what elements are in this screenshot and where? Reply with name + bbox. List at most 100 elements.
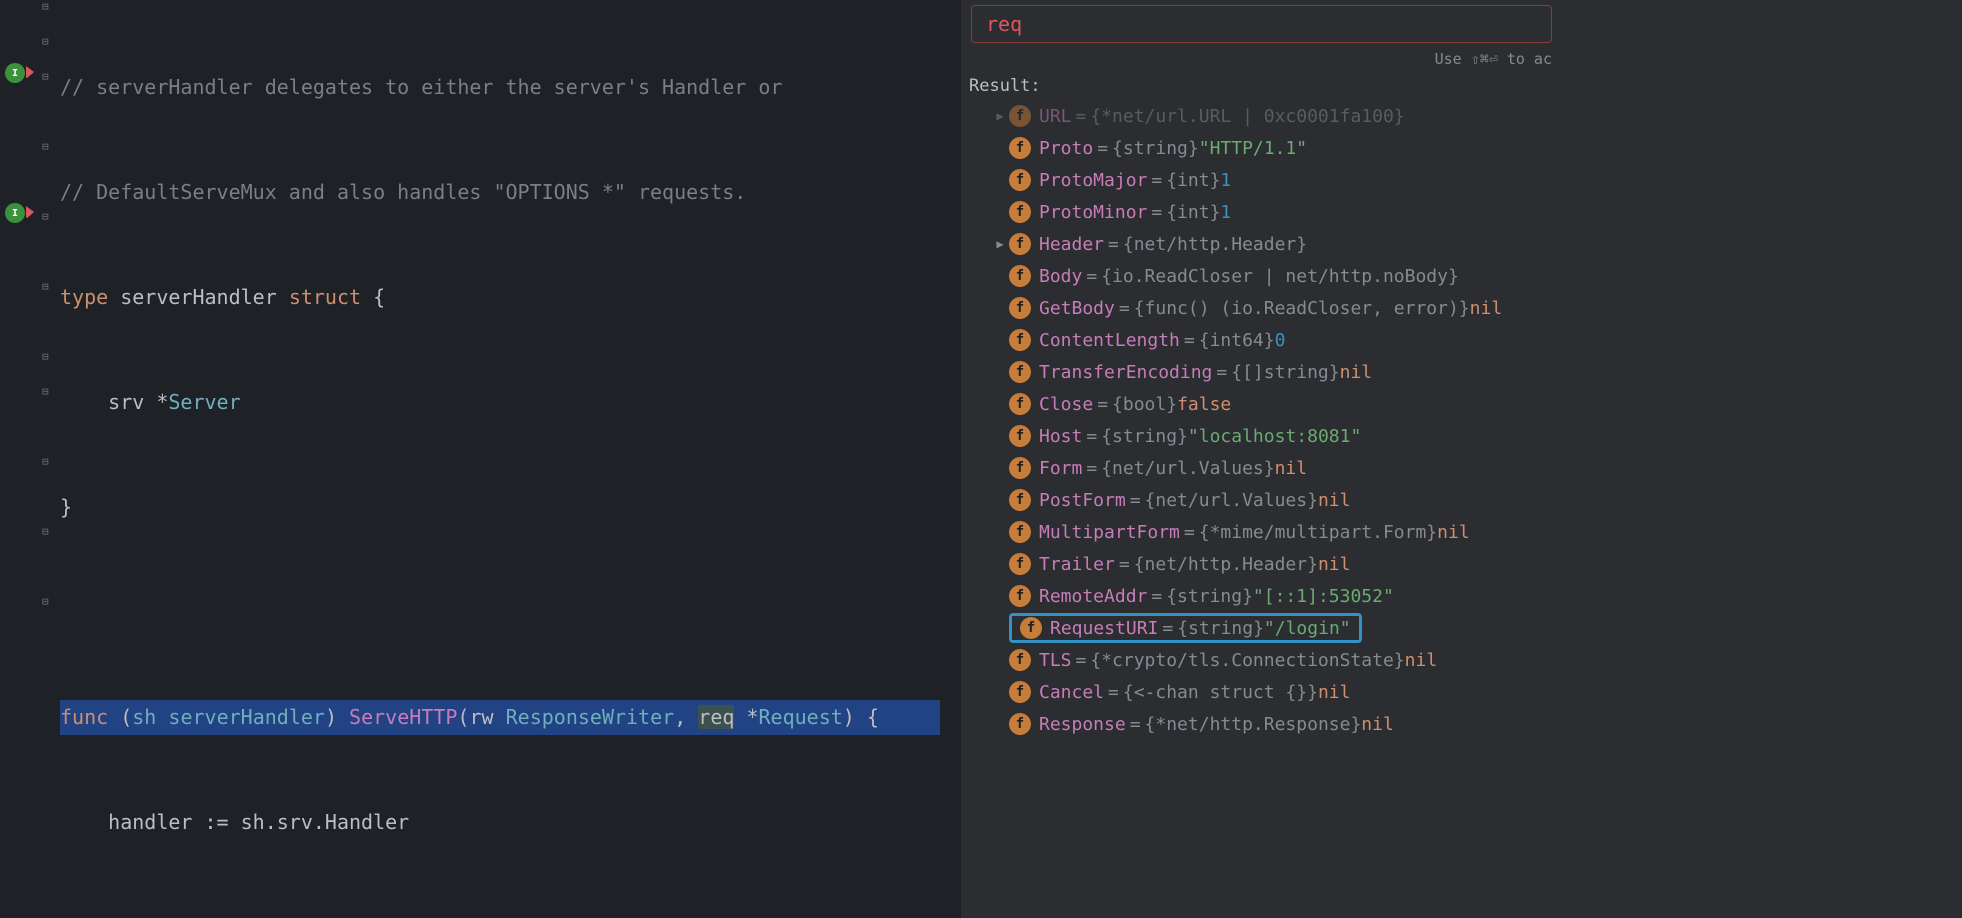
expand-icon[interactable]: ▶: [991, 237, 1009, 251]
variable-value: nil: [1437, 522, 1470, 543]
variable-name: Response: [1039, 714, 1126, 735]
variable-type: {[]string}: [1231, 362, 1339, 383]
fold-icon[interactable]: ⊟: [42, 350, 54, 362]
fold-icon[interactable]: ⊟: [42, 35, 54, 47]
variable-name: PostForm: [1039, 490, 1126, 511]
field-icon: f: [1009, 489, 1031, 511]
result-label: Result:: [961, 74, 1562, 100]
fold-icon[interactable]: ⊟: [42, 455, 54, 467]
receiver-name: sh: [132, 705, 156, 729]
expression-input[interactable]: [971, 5, 1552, 43]
brace: {: [373, 280, 385, 315]
field-icon: f: [1009, 201, 1031, 223]
variable-row[interactable]: ▶fURL = {*net/url.URL | 0xc0001fa100}: [961, 100, 1562, 132]
variable-name: MultipartForm: [1039, 522, 1180, 543]
variable-type: {int}: [1166, 202, 1220, 223]
variable-value: "[::1]:53052": [1253, 586, 1394, 607]
field-icon: f: [1009, 329, 1031, 351]
variable-type: {*crypto/tls.ConnectionState}: [1090, 650, 1404, 671]
field-name: srv: [108, 385, 144, 420]
variable-name: ProtoMinor: [1039, 202, 1147, 223]
variable-name: Proto: [1039, 138, 1093, 159]
variable-value: nil: [1275, 458, 1308, 479]
variable-type: {<-chan struct {}}: [1123, 682, 1318, 703]
variable-name: TransferEncoding: [1039, 362, 1212, 383]
code-editor[interactable]: I I ⊟ ⊟ ⊟ ⊟ ⊟ ⊟ ⊟ ⊟ ⊟ ⊟ ⊟ // serverHandl…: [0, 0, 960, 918]
variable-row[interactable]: ▶fHeader = {net/http.Header}: [961, 228, 1562, 260]
variables-tree[interactable]: ▶fURL = {*net/url.URL | 0xc0001fa100}fPr…: [961, 100, 1562, 740]
variable-row[interactable]: fBody = {io.ReadCloser | net/http.noBody…: [961, 260, 1562, 292]
func-name: ServeHTTP: [349, 705, 457, 729]
fold-icon[interactable]: ⊟: [42, 385, 54, 397]
fold-icon[interactable]: ⊟: [42, 0, 54, 12]
fold-icon[interactable]: ⊟: [42, 140, 54, 152]
variable-row[interactable]: fHost = {string} "localhost:8081": [961, 420, 1562, 452]
variable-type: {int64}: [1199, 330, 1275, 351]
code-content[interactable]: // serverHandler delegates to either the…: [60, 0, 960, 918]
fold-icon[interactable]: ⊟: [42, 525, 54, 537]
variable-name: Trailer: [1039, 554, 1115, 575]
field-icon: f: [1009, 457, 1031, 479]
keyboard-hint: Use ⇧⌘⏎ to ac: [961, 48, 1562, 74]
variable-type: {string}: [1177, 618, 1264, 639]
variable-type: {*net/url.URL | 0xc0001fa100}: [1090, 106, 1404, 127]
variable-value: 0: [1275, 330, 1286, 351]
keyword: func: [60, 705, 108, 729]
variable-row[interactable]: fCancel = {<-chan struct {}} nil: [961, 676, 1562, 708]
variable-value: nil: [1405, 650, 1438, 671]
variable-value: nil: [1318, 490, 1351, 511]
variable-name: RemoteAddr: [1039, 586, 1147, 607]
variable-type: {*net/http.Response}: [1145, 714, 1362, 735]
variable-row[interactable]: fForm = {net/url.Values} nil: [961, 452, 1562, 484]
variable-value: nil: [1361, 714, 1394, 735]
variable-value: nil: [1340, 362, 1373, 383]
variable-row[interactable]: fRequestURI = {string} "/login": [961, 612, 1562, 644]
type-name: serverHandler: [120, 280, 277, 315]
gutter-marker-icon[interactable]: I: [5, 203, 25, 223]
variable-row[interactable]: fProtoMajor = {int} 1: [961, 164, 1562, 196]
variable-row[interactable]: fTransferEncoding = {[]string} nil: [961, 356, 1562, 388]
gutter: I I ⊟ ⊟ ⊟ ⊟ ⊟ ⊟ ⊟ ⊟ ⊟ ⊟ ⊟: [0, 0, 55, 918]
variable-row[interactable]: fProto = {string} "HTTP/1.1": [961, 132, 1562, 164]
fold-icon[interactable]: ⊟: [42, 280, 54, 292]
variable-row[interactable]: fClose = {bool} false: [961, 388, 1562, 420]
expand-icon[interactable]: ▶: [991, 109, 1009, 123]
variable-row[interactable]: fGetBody = {func() (io.ReadCloser, error…: [961, 292, 1562, 324]
variable-type: {net/url.Values}: [1101, 458, 1274, 479]
field-icon: f: [1009, 713, 1031, 735]
gutter-arrow-icon: [26, 66, 34, 78]
variable-name: Header: [1039, 234, 1104, 255]
variable-row[interactable]: fContentLength = {int64} 0: [961, 324, 1562, 356]
variable-row[interactable]: fProtoMinor = {int} 1: [961, 196, 1562, 228]
variable-row[interactable]: fTrailer = {net/http.Header} nil: [961, 548, 1562, 580]
field-icon: f: [1020, 617, 1042, 639]
field-icon: f: [1009, 297, 1031, 319]
field-icon: f: [1009, 425, 1031, 447]
variable-type: {*mime/multipart.Form}: [1199, 522, 1437, 543]
variable-value: "/login": [1264, 618, 1351, 639]
variable-name: ContentLength: [1039, 330, 1180, 351]
field-icon: f: [1009, 681, 1031, 703]
variable-value: "localhost:8081": [1188, 426, 1361, 447]
fold-icon[interactable]: ⊟: [42, 595, 54, 607]
variable-value: "HTTP/1.1": [1199, 138, 1307, 159]
variable-row[interactable]: fTLS = {*crypto/tls.ConnectionState} nil: [961, 644, 1562, 676]
variable-type: {string}: [1101, 426, 1188, 447]
code-line: handler := sh.srv.Handler: [60, 805, 409, 840]
gutter-arrow-icon: [26, 206, 34, 218]
variable-value: 1: [1220, 202, 1231, 223]
gutter-marker-icon[interactable]: I: [5, 63, 25, 83]
variable-row[interactable]: fResponse = {*net/http.Response} nil: [961, 708, 1562, 740]
fold-icon[interactable]: ⊟: [42, 70, 54, 82]
variable-type: {string}: [1166, 586, 1253, 607]
variable-value: nil: [1318, 554, 1351, 575]
variable-row[interactable]: fRemoteAddr = {string} "[::1]:53052": [961, 580, 1562, 612]
variable-row[interactable]: fMultipartForm = {*mime/multipart.Form} …: [961, 516, 1562, 548]
variable-type: {string}: [1112, 138, 1199, 159]
variable-value: false: [1177, 394, 1231, 415]
field-icon: f: [1009, 521, 1031, 543]
variable-row[interactable]: fPostForm = {net/url.Values} nil: [961, 484, 1562, 516]
fold-icon[interactable]: ⊟: [42, 210, 54, 222]
variable-name: ProtoMajor: [1039, 170, 1147, 191]
variable-name: Cancel: [1039, 682, 1104, 703]
